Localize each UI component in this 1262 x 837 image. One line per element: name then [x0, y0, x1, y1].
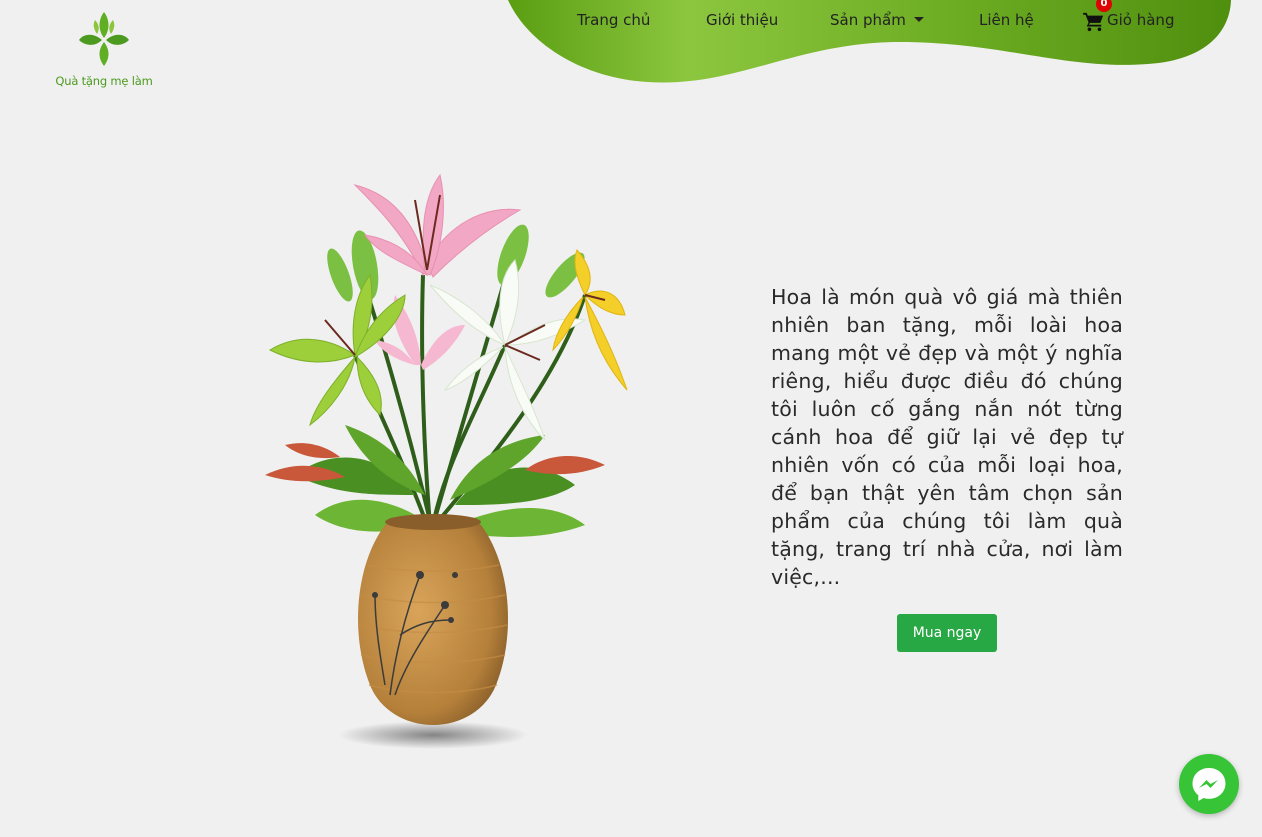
chevron-down-icon	[913, 17, 924, 22]
brand-name: Quà tặng mẹ làm	[55, 74, 153, 88]
buy-now-button[interactable]: Mua ngay	[897, 614, 997, 652]
brand-logo[interactable]: Quà tặng mẹ làm	[54, 10, 154, 88]
flower-vase-image	[265, 173, 628, 749]
shopping-cart-icon: 0	[1083, 0, 1112, 31]
cart-label: Giỏ hàng	[1107, 11, 1175, 29]
nav-cart[interactable]: 0 Giỏ hàng	[1083, 0, 1175, 31]
messenger-icon	[1192, 768, 1226, 801]
nav-home[interactable]: Trang chủ	[577, 11, 650, 29]
nav-products-label: Sản phẩm	[830, 11, 906, 29]
cart-count-badge: 0	[1096, 0, 1112, 12]
leaf-clover-icon	[79, 12, 129, 66]
hero-description: Hoa là món quà vô giá mà thiên nhiên ban…	[771, 285, 1123, 589]
nav-contact[interactable]: Liên hệ	[979, 11, 1034, 29]
nav-products-dropdown[interactable]: Sản phẩm	[830, 11, 924, 29]
nav-about[interactable]: Giới thiệu	[706, 11, 778, 29]
messenger-chat-button[interactable]	[1179, 754, 1239, 814]
